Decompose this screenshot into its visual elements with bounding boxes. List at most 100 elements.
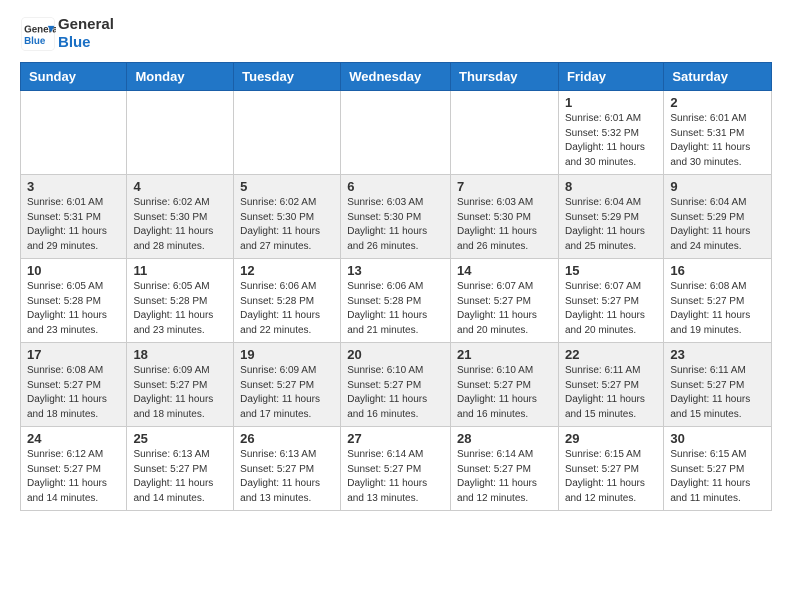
- calendar-table: SundayMondayTuesdayWednesdayThursdayFrid…: [20, 62, 772, 511]
- day-number: 12: [240, 263, 334, 278]
- day-info: Sunrise: 6:11 AM Sunset: 5:27 PM Dayligh…: [565, 364, 657, 422]
- day-number: 1: [565, 95, 657, 110]
- weekday-header-saturday: Saturday: [664, 63, 772, 91]
- day-number: 26: [240, 431, 334, 446]
- calendar-cell: 20 Sunrise: 6:10 AM Sunset: 5:27 PM Dayli…: [341, 343, 451, 427]
- calendar-cell: [127, 91, 234, 175]
- day-info: Sunrise: 6:15 AM Sunset: 5:27 PM Dayligh…: [565, 448, 657, 506]
- calendar-cell: 18 Sunrise: 6:09 AM Sunset: 5:27 PM Dayli…: [127, 343, 234, 427]
- calendar-cell: 30 Sunrise: 6:15 AM Sunset: 5:27 PM Dayli…: [664, 427, 772, 511]
- calendar-week-4: 17 Sunrise: 6:08 AM Sunset: 5:27 PM Dayli…: [21, 343, 772, 427]
- day-number: 8: [565, 179, 657, 194]
- day-info: Sunrise: 6:13 AM Sunset: 5:27 PM Dayligh…: [240, 448, 334, 506]
- calendar-cell: 10Sunrise: 6:05 AM Sunset: 5:28 PM Dayli…: [21, 259, 127, 343]
- weekday-header-tuesday: Tuesday: [234, 63, 341, 91]
- svg-text:Blue: Blue: [24, 36, 46, 47]
- day-number: 21: [457, 347, 552, 362]
- calendar-week-3: 10 Sunrise: 6:05 AM Sunset: 5:28 PM Dayli…: [21, 259, 772, 343]
- calendar-cell: 1 Sunrise: 6:01 AM Sunset: 5:32 PM Daylig…: [558, 91, 663, 175]
- day-number: 11: [133, 263, 227, 278]
- day-number: 23: [670, 347, 765, 362]
- day-info: Sunrise: 6:11 AM Sunset: 5:27 PM Dayligh…: [670, 364, 765, 422]
- day-info: Sunrise: 6:10 AM Sunset: 5:27 PM Dayligh…: [457, 364, 552, 422]
- day-info: Sunrise: 6:01 AM Sunset: 5:32 PM Dayligh…: [565, 112, 657, 170]
- day-info: Sunrise: 6:05 AM Sunset: 5:28 PM Dayligh…: [133, 280, 227, 338]
- calendar-cell: 27 Sunrise: 6:14 AM Sunset: 5:27 PM Dayli…: [341, 427, 451, 511]
- day-info: Sunrise: 6:09 AM Sunset: 5:27 PM Dayligh…: [240, 364, 334, 422]
- calendar-cell: [21, 91, 127, 175]
- day-number: 28: [457, 431, 552, 446]
- day-info: Sunrise: 6:02 AM Sunset: 5:30 PM Dayligh…: [133, 196, 227, 254]
- day-info: Sunrise: 6:06 AM Sunset: 5:28 PM Dayligh…: [347, 280, 444, 338]
- calendar-cell: 24 Sunrise: 6:12 AM Sunset: 5:27 PM Dayli…: [21, 427, 127, 511]
- day-number: 16: [670, 263, 765, 278]
- logo-text: General Blue: [58, 16, 114, 52]
- day-info: Sunrise: 6:08 AM Sunset: 5:27 PM Dayligh…: [27, 364, 120, 422]
- calendar-cell: 6 Sunrise: 6:03 AM Sunset: 5:30 PM Daylig…: [341, 175, 451, 259]
- calendar-cell: 15 Sunrise: 6:07 AM Sunset: 5:27 PM Dayli…: [558, 259, 663, 343]
- day-info: Sunrise: 6:10 AM Sunset: 5:27 PM Dayligh…: [347, 364, 444, 422]
- calendar-cell: 19 Sunrise: 6:09 AM Sunset: 5:27 PM Dayli…: [234, 343, 341, 427]
- weekday-header-sunday: Sunday: [21, 63, 127, 91]
- day-number: 13: [347, 263, 444, 278]
- day-number: 27: [347, 431, 444, 446]
- day-number: 18: [133, 347, 227, 362]
- day-info: Sunrise: 6:04 AM Sunset: 5:29 PM Dayligh…: [670, 196, 765, 254]
- day-info: Sunrise: 6:13 AM Sunset: 5:27 PM Dayligh…: [133, 448, 227, 506]
- header: General Blue General Blue: [20, 16, 772, 52]
- day-info: Sunrise: 6:01 AM Sunset: 5:31 PM Dayligh…: [670, 112, 765, 170]
- day-number: 24: [27, 431, 120, 446]
- day-info: Sunrise: 6:06 AM Sunset: 5:28 PM Dayligh…: [240, 280, 334, 338]
- calendar-cell: 25 Sunrise: 6:13 AM Sunset: 5:27 PM Dayli…: [127, 427, 234, 511]
- weekday-header-wednesday: Wednesday: [341, 63, 451, 91]
- logo: General Blue General Blue: [20, 16, 114, 52]
- weekday-header-thursday: Thursday: [451, 63, 559, 91]
- calendar-cell: 23 Sunrise: 6:11 AM Sunset: 5:27 PM Dayli…: [664, 343, 772, 427]
- calendar-cell: 4 Sunrise: 6:02 AM Sunset: 5:30 PM Daylig…: [127, 175, 234, 259]
- day-number: 6: [347, 179, 444, 194]
- calendar-week-2: 3 Sunrise: 6:01 AM Sunset: 5:31 PM Daylig…: [21, 175, 772, 259]
- calendar-cell: 2Sunrise: 6:01 AM Sunset: 5:31 PM Daylig…: [664, 91, 772, 175]
- day-info: Sunrise: 6:02 AM Sunset: 5:30 PM Dayligh…: [240, 196, 334, 254]
- day-info: Sunrise: 6:01 AM Sunset: 5:31 PM Dayligh…: [27, 196, 120, 254]
- day-number: 10: [27, 263, 120, 278]
- calendar-cell: 17 Sunrise: 6:08 AM Sunset: 5:27 PM Dayli…: [21, 343, 127, 427]
- day-number: 7: [457, 179, 552, 194]
- day-info: Sunrise: 6:04 AM Sunset: 5:29 PM Dayligh…: [565, 196, 657, 254]
- calendar-cell: [234, 91, 341, 175]
- day-info: Sunrise: 6:14 AM Sunset: 5:27 PM Dayligh…: [457, 448, 552, 506]
- day-number: 17: [27, 347, 120, 362]
- page: General Blue General Blue SundayMondayTu…: [0, 0, 792, 521]
- calendar-cell: 11 Sunrise: 6:05 AM Sunset: 5:28 PM Dayli…: [127, 259, 234, 343]
- day-number: 4: [133, 179, 227, 194]
- day-info: Sunrise: 6:07 AM Sunset: 5:27 PM Dayligh…: [565, 280, 657, 338]
- calendar-cell: [451, 91, 559, 175]
- day-number: 22: [565, 347, 657, 362]
- calendar-cell: 5 Sunrise: 6:02 AM Sunset: 5:30 PM Daylig…: [234, 175, 341, 259]
- day-number: 25: [133, 431, 227, 446]
- day-number: 15: [565, 263, 657, 278]
- calendar-cell: 8 Sunrise: 6:04 AM Sunset: 5:29 PM Daylig…: [558, 175, 663, 259]
- day-number: 29: [565, 431, 657, 446]
- calendar-cell: 26 Sunrise: 6:13 AM Sunset: 5:27 PM Dayli…: [234, 427, 341, 511]
- day-number: 3: [27, 179, 120, 194]
- day-number: 20: [347, 347, 444, 362]
- day-number: 19: [240, 347, 334, 362]
- calendar-cell: 29 Sunrise: 6:15 AM Sunset: 5:27 PM Dayli…: [558, 427, 663, 511]
- calendar-cell: 13 Sunrise: 6:06 AM Sunset: 5:28 PM Dayli…: [341, 259, 451, 343]
- day-info: Sunrise: 6:03 AM Sunset: 5:30 PM Dayligh…: [347, 196, 444, 254]
- day-info: Sunrise: 6:14 AM Sunset: 5:27 PM Dayligh…: [347, 448, 444, 506]
- calendar-cell: 14Sunrise: 6:07 AM Sunset: 5:27 PM Dayli…: [451, 259, 559, 343]
- day-info: Sunrise: 6:09 AM Sunset: 5:27 PM Dayligh…: [133, 364, 227, 422]
- day-info: Sunrise: 6:15 AM Sunset: 5:27 PM Dayligh…: [670, 448, 765, 506]
- calendar-cell: 12 Sunrise: 6:06 AM Sunset: 5:28 PM Dayli…: [234, 259, 341, 343]
- calendar-cell: 7 Sunrise: 6:03 AM Sunset: 5:30 PM Daylig…: [451, 175, 559, 259]
- calendar-cell: [341, 91, 451, 175]
- day-number: 14: [457, 263, 552, 278]
- calendar-week-5: 24 Sunrise: 6:12 AM Sunset: 5:27 PM Dayli…: [21, 427, 772, 511]
- weekday-header-monday: Monday: [127, 63, 234, 91]
- day-info: Sunrise: 6:12 AM Sunset: 5:27 PM Dayligh…: [27, 448, 120, 506]
- day-number: 5: [240, 179, 334, 194]
- day-info: Sunrise: 6:03 AM Sunset: 5:30 PM Dayligh…: [457, 196, 552, 254]
- day-number: 30: [670, 431, 765, 446]
